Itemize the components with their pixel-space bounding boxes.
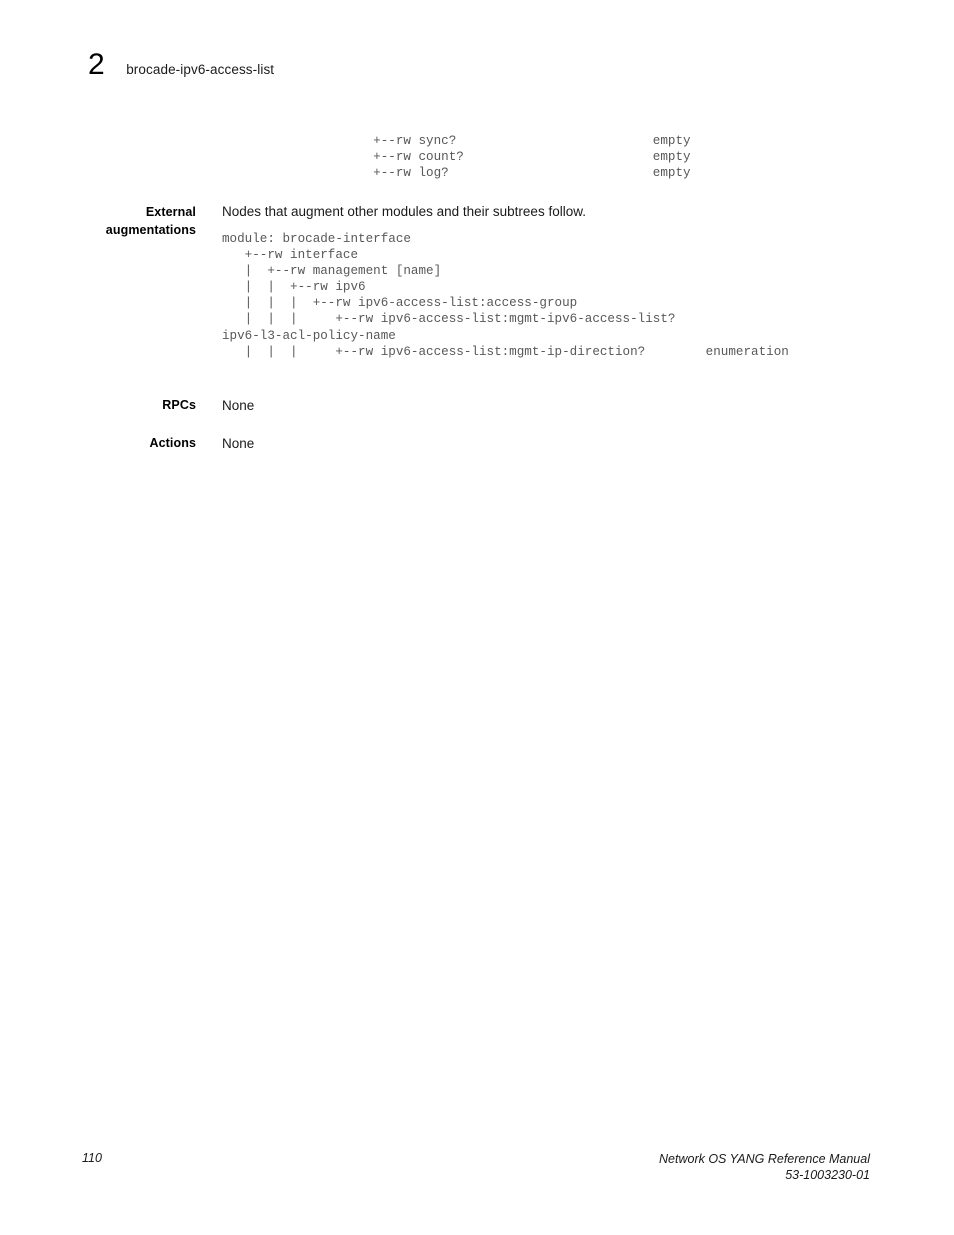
label-rpcs: RPCs — [162, 398, 196, 412]
label-line-1: External — [145, 205, 196, 219]
external-augmentations-description: Nodes that augment other modules and the… — [222, 204, 586, 219]
body-external-augmentations: Nodes that augment other modules and the… — [222, 203, 942, 360]
footer-manual-title: Network OS YANG Reference Manual — [659, 1152, 870, 1166]
value-actions: None — [222, 436, 255, 451]
label-line-2: augmentations — [105, 223, 196, 237]
page-footer: 110 Network OS YANG Reference Manual 53-… — [0, 1151, 954, 1197]
footer-manual-info: Network OS YANG Reference Manual 53-1003… — [659, 1151, 870, 1183]
footer-document-number: 53-1003230-01 — [785, 1168, 870, 1182]
chapter-number: 2 — [88, 48, 105, 81]
label-actions: Actions — [149, 436, 196, 450]
yang-tree-fragment: +--rw sync? empty +--rw count? empty +--… — [373, 134, 691, 181]
label-external-augmentations: External augmentations — [60, 203, 196, 239]
value-rpcs: None — [222, 398, 255, 413]
top-code-fragment-container: +--rw sync? empty +--rw count? empty +--… — [222, 133, 942, 181]
yang-tree-augmentations: module: brocade-interface +--rw interfac… — [222, 232, 789, 359]
document-page: 2 brocade-ipv6-access-list +--rw sync? e… — [0, 0, 954, 1235]
footer-page-number: 110 — [82, 1151, 102, 1165]
chapter-title: brocade-ipv6-access-list — [126, 62, 275, 77]
running-header: 2 brocade-ipv6-access-list — [88, 50, 274, 80]
